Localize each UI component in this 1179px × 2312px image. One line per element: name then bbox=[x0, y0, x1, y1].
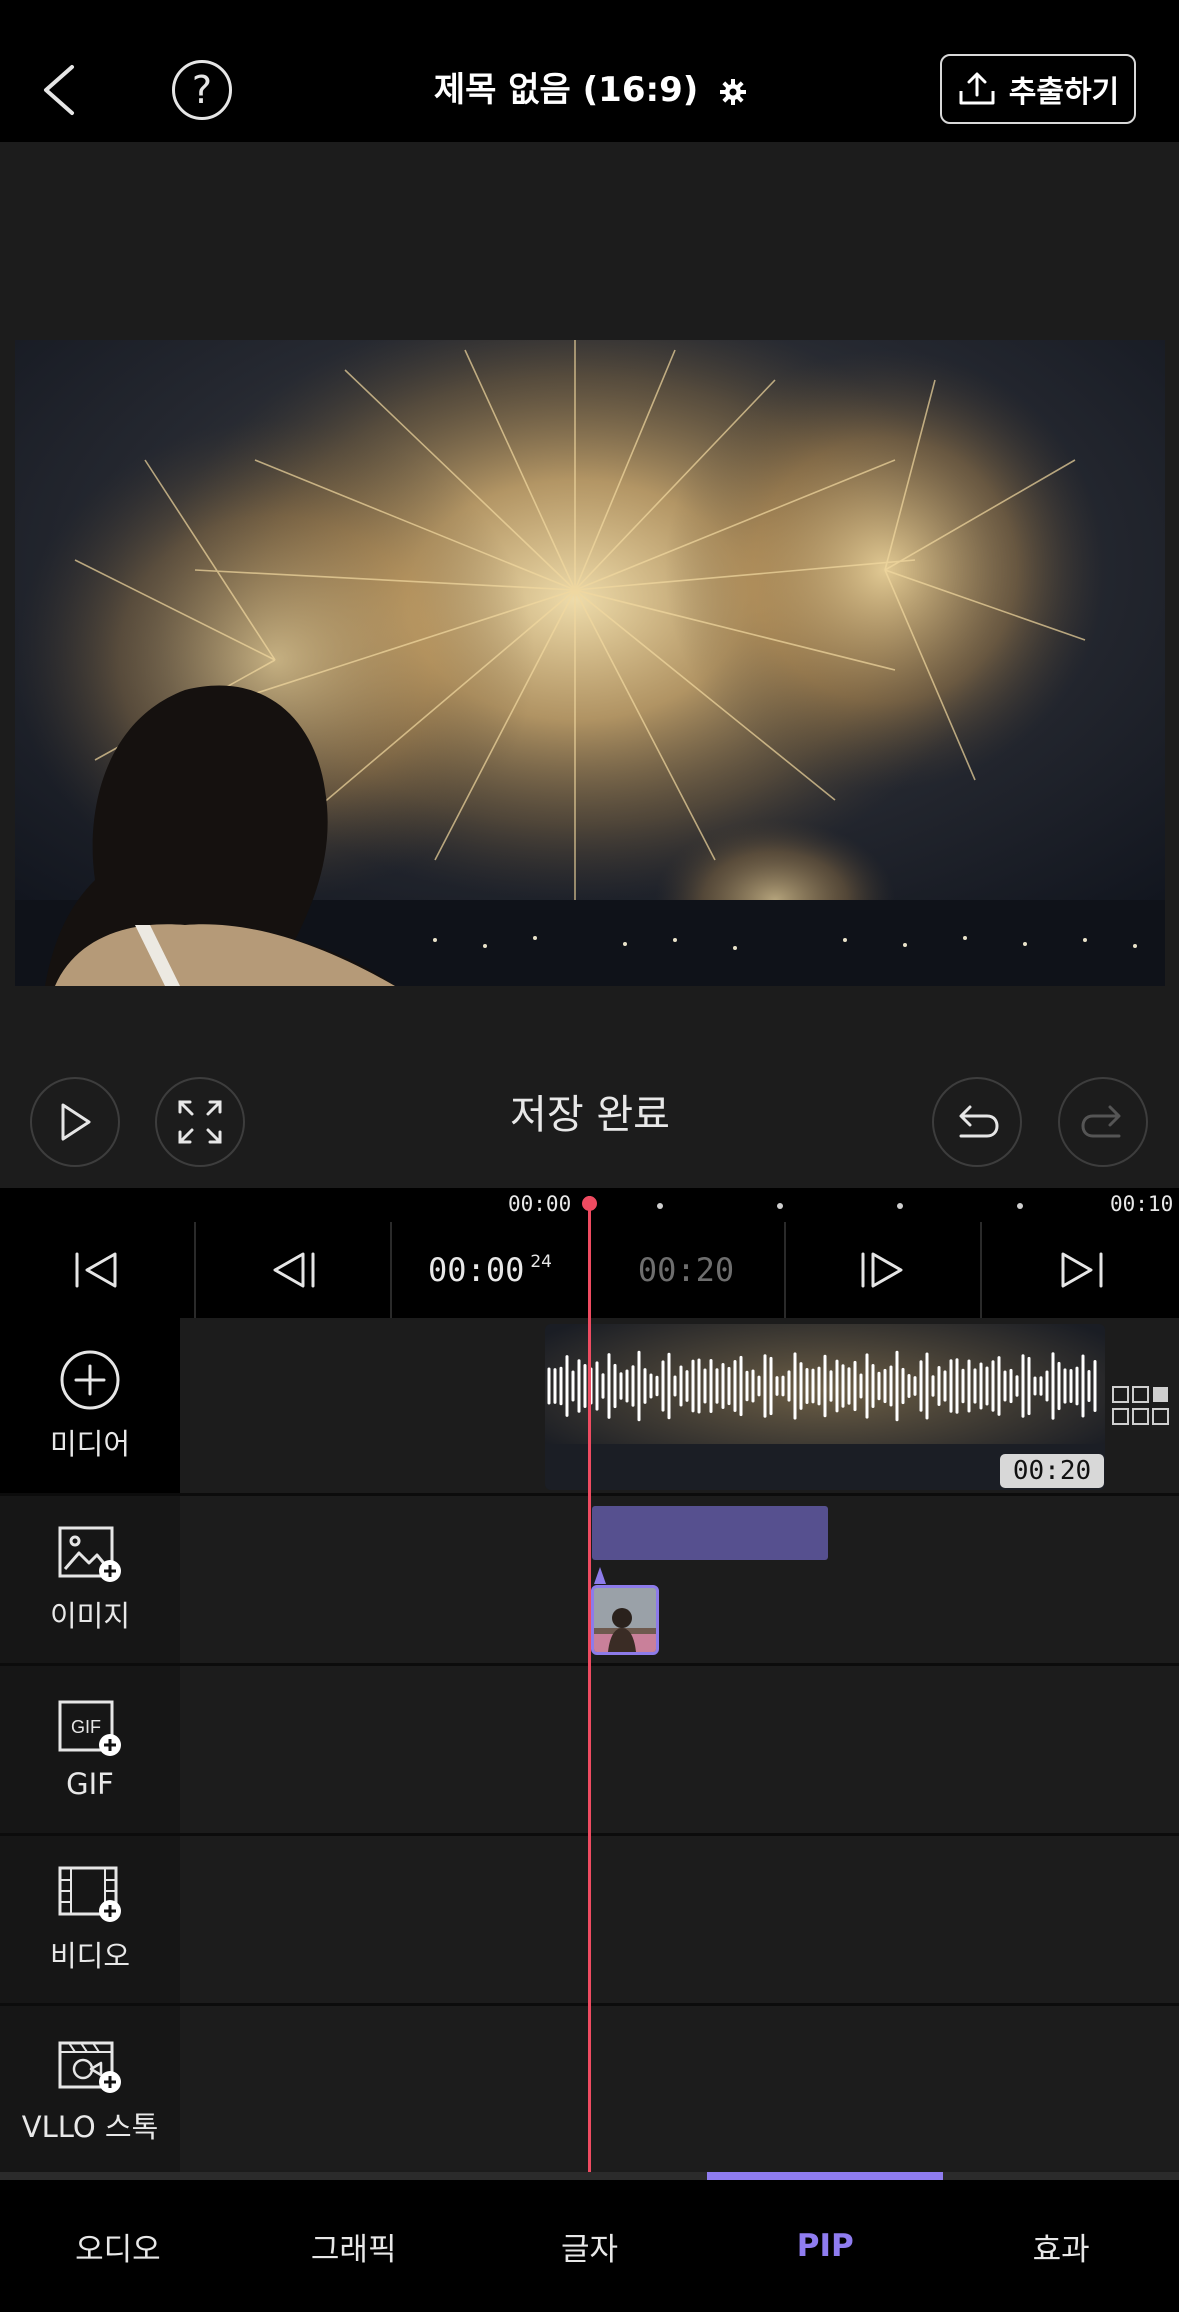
play-icon bbox=[61, 1103, 91, 1141]
question-icon: ? bbox=[191, 68, 213, 112]
undo-icon bbox=[959, 1105, 999, 1138]
media-label: 미디어 bbox=[49, 1426, 131, 1461]
skip-start-icon bbox=[75, 1252, 117, 1288]
current-time-display: 00:00 24 bbox=[392, 1222, 588, 1318]
expand-icon bbox=[178, 1100, 222, 1144]
pip-thumbnail-image bbox=[594, 1588, 656, 1652]
pip-image-thumbnail[interactable] bbox=[591, 1585, 659, 1655]
total-time: 00:20 bbox=[637, 1251, 735, 1289]
step-back-icon bbox=[273, 1252, 315, 1288]
tab-pip[interactable]: PIP bbox=[707, 2180, 943, 2312]
upload-icon bbox=[959, 72, 995, 105]
export-button[interactable]: 추출하기 bbox=[940, 54, 1136, 124]
tab-text[interactable]: 글자 bbox=[472, 2180, 708, 2312]
image-add-icon bbox=[58, 1526, 121, 1582]
back-button[interactable] bbox=[40, 45, 110, 135]
media-clip-duration: 00:20 bbox=[1000, 1454, 1104, 1488]
add-stock-button[interactable]: VLLO 스톡 bbox=[0, 2006, 180, 2176]
jump-to-start-button[interactable] bbox=[0, 1222, 196, 1318]
fullscreen-button[interactable] bbox=[155, 1077, 245, 1167]
play-button[interactable] bbox=[30, 1077, 120, 1167]
gif-label: GIF bbox=[66, 1766, 114, 1801]
add-media-button[interactable]: 미디어 bbox=[0, 1318, 180, 1493]
chevron-left-icon bbox=[44, 65, 74, 115]
add-gif-button[interactable]: GIF GIF bbox=[0, 1666, 180, 1833]
playhead-handle[interactable] bbox=[582, 1196, 597, 1211]
previous-frame-button[interactable] bbox=[196, 1222, 392, 1318]
redo-button[interactable] bbox=[1058, 1077, 1148, 1167]
gif-add-icon: GIF bbox=[58, 1700, 121, 1756]
image-label: 이미지 bbox=[49, 1598, 131, 1633]
video-label: 비디오 bbox=[49, 1938, 131, 1973]
tab-graphic[interactable]: 그래픽 bbox=[236, 2180, 472, 2312]
fireworks-image bbox=[15, 340, 1165, 986]
tab-effects[interactable]: 효과 bbox=[943, 2180, 1179, 2312]
ruler-tick bbox=[657, 1203, 663, 1209]
grid-view-icon[interactable] bbox=[1112, 1386, 1170, 1426]
ruler-tick bbox=[897, 1203, 903, 1209]
add-image-button[interactable]: 이미지 bbox=[0, 1496, 180, 1663]
stock-add-icon bbox=[58, 2041, 121, 2093]
help-button[interactable]: ? bbox=[172, 60, 232, 120]
stock-label: VLLO 스톡 bbox=[21, 2110, 159, 2144]
add-video-button[interactable]: 비디오 bbox=[0, 1836, 180, 2003]
save-status: 저장 완료 bbox=[510, 1092, 670, 1138]
gear-icon[interactable] bbox=[720, 78, 747, 105]
tab-divider bbox=[0, 2172, 1179, 2180]
total-time-display: 00:20 bbox=[588, 1222, 786, 1318]
pip-anchor-marker bbox=[591, 1566, 609, 1586]
step-forward-icon bbox=[861, 1252, 903, 1288]
video-preview[interactable] bbox=[15, 340, 1165, 986]
next-frame-button[interactable] bbox=[786, 1222, 982, 1318]
playhead[interactable] bbox=[588, 1196, 591, 2174]
redo-icon bbox=[1081, 1105, 1121, 1138]
plus-circle-icon bbox=[60, 1350, 120, 1409]
project-title[interactable]: 제목 없음 (16:9) bbox=[360, 60, 820, 120]
ruler-tick bbox=[1017, 1203, 1023, 1209]
ruler-tick bbox=[777, 1203, 783, 1209]
undo-button[interactable] bbox=[932, 1077, 1022, 1167]
jump-to-end-button[interactable] bbox=[982, 1222, 1179, 1318]
tab-audio[interactable]: 오디오 bbox=[0, 2180, 236, 2312]
ruler-end-label: 00:10 bbox=[1110, 1192, 1174, 1216]
skip-end-icon bbox=[1061, 1252, 1102, 1288]
current-time: 00:00 bbox=[428, 1251, 525, 1289]
current-frame: 24 bbox=[530, 1252, 552, 1272]
bottom-tab-bar: 오디오 그래픽 글자 PIP 효과 bbox=[0, 2180, 1179, 2312]
gif-icon-text: GIF bbox=[71, 1717, 101, 1737]
film-add-icon bbox=[58, 1866, 121, 1922]
pip-clip-bar[interactable] bbox=[592, 1506, 828, 1560]
ruler-start-label: 00:00 bbox=[508, 1192, 572, 1216]
